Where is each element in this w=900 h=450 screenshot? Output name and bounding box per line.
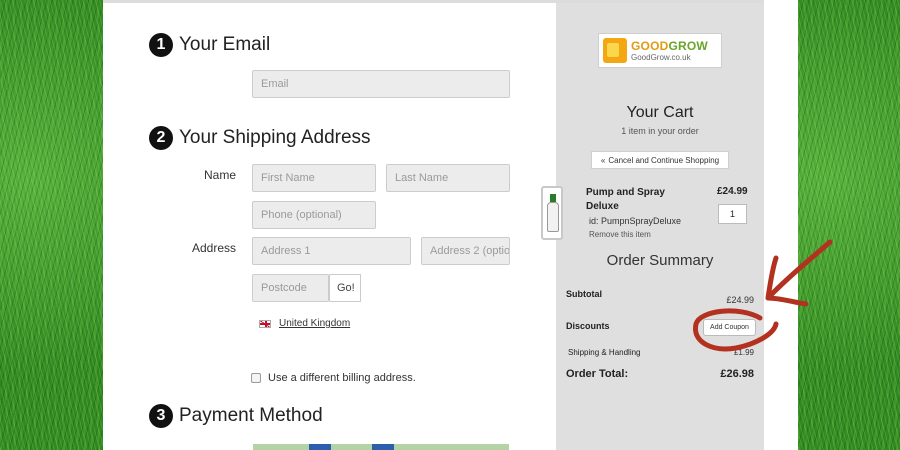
item-price: £24.99 <box>717 186 748 197</box>
step-number-3: 3 <box>149 404 173 428</box>
step-number-2: 2 <box>149 126 173 150</box>
item-quantity-input[interactable]: 1 <box>718 204 747 224</box>
country-selector[interactable]: United Kingdom <box>259 318 350 329</box>
order-summary-title: Order Summary <box>606 252 714 269</box>
order-total-value: £26.98 <box>720 368 754 380</box>
page-gutter <box>764 0 798 450</box>
item-name: Pump and Spray Deluxe <box>586 187 665 212</box>
double-chevron-left-icon: « <box>600 155 606 165</box>
address-label: Address <box>192 241 237 255</box>
logo-brand-name: GOODGROW <box>631 38 708 53</box>
postcode-field[interactable] <box>252 274 329 302</box>
name-label: Name <box>204 168 237 182</box>
email-section-label: Your Email <box>179 34 271 55</box>
checkout-form: 1 Your Email 2 Your Shipping Address Nam… <box>103 3 556 450</box>
add-coupon-button[interactable]: Add Coupon <box>703 319 756 336</box>
payment-card-logo <box>309 444 331 450</box>
item-id: id: PumpnSprayDeluxe <box>589 216 682 226</box>
uk-flag-icon <box>259 319 271 328</box>
logo-url: GoodGrow.co.uk <box>631 52 691 62</box>
last-name-field[interactable] <box>386 164 510 192</box>
shipping-label: Shipping & Handling <box>568 348 641 357</box>
product-thumbnail <box>541 186 563 240</box>
goodgrow-logo[interactable]: GOODGROW GoodGrow.co.uk <box>598 33 722 68</box>
cart-panel: GOODGROW GoodGrow.co.uk Your Cart 1 item… <box>541 3 764 450</box>
spray-bottle-icon <box>547 194 559 232</box>
address2-field[interactable] <box>421 237 510 265</box>
shipping-section-title: 2 Your Shipping Address <box>149 126 371 150</box>
cart-title: Your Cart <box>626 104 694 121</box>
discounts-label: Discounts <box>566 321 610 331</box>
remove-item-link[interactable]: Remove this item <box>589 230 651 239</box>
subtotal-label: Subtotal <box>566 289 602 299</box>
payment-section-label: Payment Method <box>179 405 323 426</box>
email-field[interactable] <box>252 70 510 98</box>
step-number-1: 1 <box>149 33 173 57</box>
phone-field[interactable] <box>252 201 376 229</box>
grass-background-right <box>798 0 900 450</box>
billing-address-option[interactable]: Use a different billing address. <box>251 372 416 384</box>
billing-address-label: Use a different billing address. <box>268 372 416 384</box>
postcode-lookup-button[interactable]: Go! <box>329 274 361 302</box>
shipping-section-label: Your Shipping Address <box>179 127 371 148</box>
payment-card-logo <box>372 444 394 450</box>
address1-field[interactable] <box>252 237 411 265</box>
goodgrow-logo-icon <box>603 38 627 63</box>
cancel-continue-shopping-button[interactable]: « Cancel and Continue Shopping <box>591 151 729 169</box>
subtotal-value: £24.99 <box>726 295 754 305</box>
cart-item-count: 1 item in your order <box>621 126 699 136</box>
first-name-field[interactable] <box>252 164 376 192</box>
payment-options-strip[interactable] <box>253 444 509 450</box>
billing-address-checkbox[interactable] <box>251 373 261 383</box>
grass-background-left <box>0 0 103 450</box>
order-total-label: Order Total: <box>566 368 629 380</box>
email-section-title: 1 Your Email <box>149 33 270 57</box>
shipping-value: £1.99 <box>733 348 754 357</box>
country-link[interactable]: United Kingdom <box>279 318 350 329</box>
payment-section-title: 3 Payment Method <box>149 404 323 428</box>
